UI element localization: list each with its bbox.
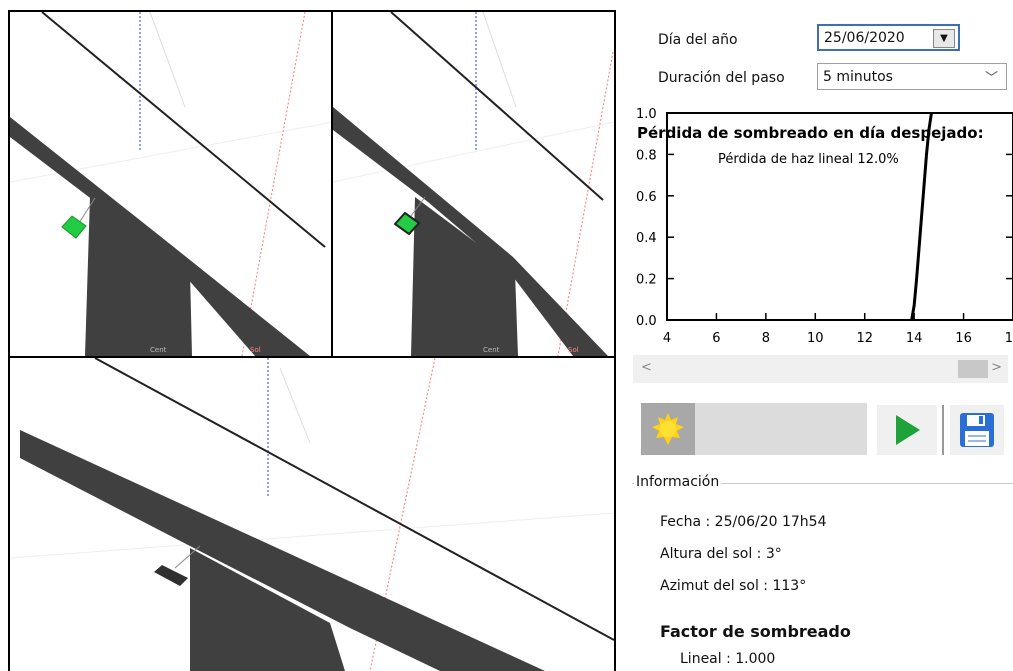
timeline-scrollbar[interactable]: < > [633, 355, 1008, 383]
step-label: Duración del paso [658, 70, 785, 86]
sun-ray [241, 12, 306, 356]
y-tick-label: 0.6 [636, 190, 657, 205]
scroll-right-icon[interactable]: > [991, 360, 1002, 375]
shading-loss-chart: 0.0 0.2 0.4 0.6 0.8 1.0 4 6 8 10 12 14 16 18 Pérdida… [636, 108, 1013, 346]
save-icon [960, 413, 994, 447]
y-tick-label: 0.0 [636, 314, 657, 329]
save-button[interactable] [950, 405, 1004, 455]
step-duration-select[interactable]: 5 minutos ﹀ [817, 63, 1007, 90]
y-tick-label: 0.8 [636, 148, 657, 163]
x-tick-label: 6 [712, 331, 720, 346]
row-line [390, 12, 604, 201]
info-azimut: Azimut del sol : 113° [660, 578, 807, 594]
info-group-title: Información [634, 474, 722, 490]
sun-icon [652, 413, 684, 445]
step-value: 5 minutos [823, 68, 893, 85]
view-label-sol: Sol [250, 346, 261, 354]
x-tick-label: 12 [856, 331, 873, 346]
module-shaded [154, 565, 188, 586]
info-groupbox: Información Fecha : 25/06/20 17h54 Altur… [632, 474, 1013, 669]
x-tick-label: 16 [955, 331, 972, 346]
scroll-thumb[interactable] [958, 360, 988, 378]
x-tick-label: 4 [663, 331, 671, 346]
view-label-sol: Sol [568, 346, 579, 354]
chart-title: Pérdida de sombreado en día despejado: [637, 124, 984, 142]
view-label-cent: Cent [150, 346, 167, 354]
chart-annotation: Pérdida de haz lineal 12.0% [718, 152, 899, 167]
y-tick-label: 0.2 [636, 273, 657, 288]
x-tick-label: 8 [762, 331, 770, 346]
row-line [41, 12, 326, 248]
play-button[interactable] [877, 405, 937, 455]
toolbar-separator [942, 405, 944, 455]
x-tick-label: 10 [807, 331, 824, 346]
module-green [61, 215, 87, 239]
play-icon [896, 415, 920, 445]
day-date-picker[interactable]: 25/06/2020 ▼ [817, 24, 960, 51]
factor-lineal: Lineal : 1.000 [680, 651, 776, 667]
chevron-down-icon: ﹀ [984, 71, 998, 86]
day-value: 25/06/2020 [824, 29, 905, 46]
view-label-cent: Cent [483, 346, 500, 354]
day-label: Día del año [658, 32, 738, 48]
view-3d-top-right[interactable]: Cent Sol [331, 10, 616, 358]
x-tick-label: 18 [1005, 331, 1013, 346]
sun-ray [557, 51, 614, 356]
shading-factor-title: Factor de sombreado [660, 622, 851, 641]
info-fecha: Fecha : 25/06/20 17h54 [660, 514, 827, 530]
view-3d-bottom[interactable] [8, 356, 616, 671]
y-tick-label: 0.4 [636, 231, 657, 246]
plot-area [666, 112, 1013, 321]
chevron-down-icon[interactable]: ▼ [933, 29, 955, 48]
info-altura: Altura del sol : 3° [660, 546, 782, 562]
sun-button[interactable] [641, 403, 695, 455]
scroll-left-icon[interactable]: < [641, 360, 652, 375]
y-tick-label: 1.0 [636, 108, 657, 122]
x-tick-label: 14 [906, 331, 923, 346]
view-3d-top-left[interactable]: Cent Sol [8, 10, 333, 358]
